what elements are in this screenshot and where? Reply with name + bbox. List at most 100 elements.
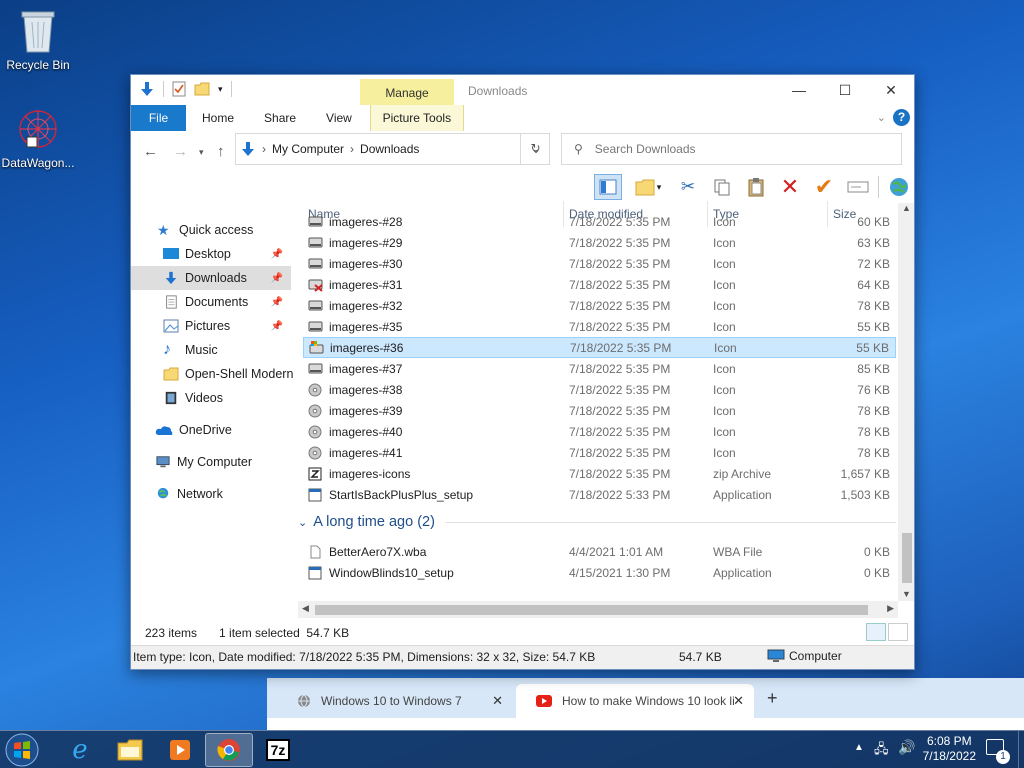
help-icon[interactable]: ? — [893, 109, 910, 126]
nav-item-open-shell[interactable]: Open-Shell Modern — [131, 362, 293, 386]
file-row[interactable]: imageres-#39 7/18/2022 5:35 PM Icon 78 KB — [303, 400, 896, 421]
file-row[interactable]: imageres-#31 7/18/2022 5:35 PM Icon 64 KB — [303, 274, 896, 295]
nav-item-music[interactable]: ♪ Music — [131, 338, 291, 362]
taskbar-internet-explorer[interactable]: e — [56, 733, 104, 767]
breadcrumb-downloads[interactable]: Downloads — [360, 142, 419, 156]
refresh-button[interactable]: ↻ — [520, 133, 550, 165]
close-tab-icon[interactable]: ✕ — [733, 693, 744, 709]
scroll-down-icon[interactable]: ▼ — [902, 589, 911, 599]
file-size: 72 KB — [857, 256, 890, 271]
show-desktop-button[interactable] — [1018, 731, 1024, 768]
breadcrumb-chevron-icon[interactable]: › — [262, 142, 266, 156]
details-view-icon[interactable] — [866, 623, 886, 641]
view-options-icon[interactable]: ▾ — [628, 174, 668, 200]
navigation-pane-icon[interactable] — [594, 174, 622, 200]
file-row[interactable]: BetterAero7X.wba 4/4/2021 1:01 AM WBA File… — [303, 541, 896, 562]
download-arrow-icon[interactable] — [139, 81, 155, 97]
rename-icon[interactable] — [844, 174, 872, 200]
nav-item-desktop[interactable]: Desktop 📌 — [131, 242, 291, 266]
minimize-button[interactable]: — — [776, 75, 822, 105]
nav-label: Documents — [185, 295, 249, 309]
file-row[interactable]: imageres-#38 7/18/2022 5:35 PM Icon 76 KB — [303, 379, 896, 400]
file-row[interactable]: imageres-#28 7/18/2022 5:35 PM Icon 60 KB — [303, 211, 896, 232]
desktop-icon-recycle-bin[interactable]: Recycle Bin — [0, 8, 76, 72]
file-row[interactable]: imageres-#36 7/18/2022 5:35 PM Icon 55 KB — [303, 337, 896, 358]
taskbar-7zip[interactable]: 7z — [254, 733, 302, 767]
tab-file[interactable]: File — [131, 105, 186, 131]
file-row[interactable]: imageres-#29 7/18/2022 5:35 PM Icon 63 KB — [303, 232, 896, 253]
horizontal-scroll-thumb[interactable] — [315, 605, 868, 615]
breadcrumb-my-computer[interactable]: My Computer — [272, 142, 344, 156]
pin-icon[interactable]: 📌 — [271, 273, 283, 284]
internet-options-icon[interactable] — [885, 174, 913, 200]
network-tray-icon[interactable]: 🖧 — [874, 740, 889, 762]
file-row[interactable]: imageres-#30 7/18/2022 5:35 PM Icon 72 KB — [303, 253, 896, 274]
new-tab-button[interactable]: + — [767, 688, 778, 709]
nav-item-downloads[interactable]: Downloads 📌 — [131, 266, 291, 290]
file-row[interactable]: imageres-#41 7/18/2022 5:35 PM Icon 78 KB — [303, 442, 896, 463]
back-arrow-icon[interactable]: ← — [143, 143, 158, 160]
vertical-scroll-thumb[interactable] — [902, 533, 912, 583]
cut-icon[interactable]: ✂ — [674, 174, 702, 200]
recycle-bin-icon — [21, 11, 55, 53]
file-row[interactable]: imageres-#40 7/18/2022 5:35 PM Icon 78 KB — [303, 421, 896, 442]
taskbar-chrome[interactable] — [205, 733, 253, 767]
vertical-scrollbar[interactable]: ▲ ▼ — [898, 203, 914, 601]
paste-icon[interactable] — [742, 174, 770, 200]
file-row[interactable]: StartIsBackPlusPlus_setup 7/18/2022 5:33 … — [303, 484, 896, 505]
nav-item-quick-access[interactable]: ★ Quick access — [131, 218, 291, 242]
forward-arrow-icon[interactable]: → — [173, 143, 188, 160]
properties-check-icon[interactable]: ✔ — [810, 174, 838, 200]
scroll-left-icon[interactable]: ◀ — [302, 603, 309, 614]
copy-icon[interactable] — [708, 174, 736, 200]
taskbar-file-explorer[interactable] — [106, 733, 154, 767]
pin-icon[interactable]: 📌 — [271, 297, 283, 308]
show-hidden-icons-icon[interactable]: ▲ — [854, 742, 864, 753]
delete-icon[interactable]: ✕ — [776, 174, 804, 200]
taskbar-media-player[interactable] — [156, 733, 204, 767]
up-arrow-icon[interactable]: ↑ — [217, 143, 225, 160]
nav-item-onedrive[interactable]: OneDrive — [131, 418, 291, 442]
group-collapse-icon[interactable]: ⌄ — [298, 516, 307, 529]
large-icons-view-icon[interactable] — [888, 623, 908, 641]
collapse-ribbon-icon[interactable]: ⌄ — [877, 111, 886, 124]
scroll-right-icon[interactable]: ▶ — [887, 603, 894, 614]
group-header[interactable]: ⌄ A long time ago (2) — [298, 511, 896, 533]
start-button[interactable] — [4, 732, 48, 768]
breadcrumb-chevron-icon[interactable]: › — [350, 142, 354, 156]
customize-qat-icon[interactable]: ▾ — [218, 84, 223, 95]
recent-locations-icon[interactable]: ▾ — [199, 147, 204, 158]
tab-view[interactable]: View — [314, 105, 364, 131]
scroll-up-icon[interactable]: ▲ — [902, 203, 911, 213]
close-tab-icon[interactable]: ✕ — [492, 693, 503, 709]
browser-tab-active[interactable]: How to make Windows 10 look li ✕ — [516, 684, 754, 718]
file-row[interactable]: imageres-icons 7/18/2022 5:35 PM zip Archi… — [303, 463, 896, 484]
nav-item-my-computer[interactable]: My Computer — [131, 450, 291, 474]
clock-date: 7/18/2022 — [922, 749, 976, 763]
tab-picture-tools[interactable]: Picture Tools — [369, 105, 464, 131]
search-input[interactable]: ⚲ Search Downloads — [561, 133, 902, 165]
tab-home[interactable]: Home — [190, 105, 246, 131]
file-row[interactable]: imageres-#35 7/18/2022 5:35 PM Icon 55 KB — [303, 316, 896, 337]
clock[interactable]: 6:08 PM 7/18/2022 — [923, 734, 976, 764]
file-row[interactable]: imageres-#37 7/18/2022 5:35 PM Icon 85 KB — [303, 358, 896, 379]
new-folder-icon[interactable] — [194, 82, 210, 96]
address-bar[interactable]: › My Computer › Downloads ⌄ — [235, 133, 550, 165]
nav-item-documents[interactable]: Documents 📌 — [131, 290, 291, 314]
properties-icon[interactable] — [172, 81, 186, 97]
drive-icon — [308, 320, 323, 334]
nav-item-pictures[interactable]: Pictures 📌 — [131, 314, 291, 338]
pin-icon[interactable]: 📌 — [271, 249, 283, 260]
volume-icon[interactable]: 🔊 — [898, 739, 915, 756]
nav-item-network[interactable]: Network — [131, 482, 291, 506]
browser-tab[interactable]: Windows 10 to Windows 7 ✕ — [277, 684, 513, 718]
file-row[interactable]: imageres-#32 7/18/2022 5:35 PM Icon 78 KB — [303, 295, 896, 316]
file-row[interactable]: WindowBlinds10_setup 4/15/2021 1:30 PM App… — [303, 562, 896, 583]
maximize-button[interactable]: ☐ — [822, 75, 868, 105]
horizontal-scrollbar[interactable]: ◀ ▶ — [298, 601, 898, 618]
close-button[interactable]: ✕ — [868, 75, 914, 105]
desktop-icon-datawagon[interactable]: DataWagon... — [0, 106, 76, 170]
tab-share[interactable]: Share — [252, 105, 308, 131]
pin-icon[interactable]: 📌 — [271, 321, 283, 332]
nav-item-videos[interactable]: Videos — [131, 386, 291, 410]
